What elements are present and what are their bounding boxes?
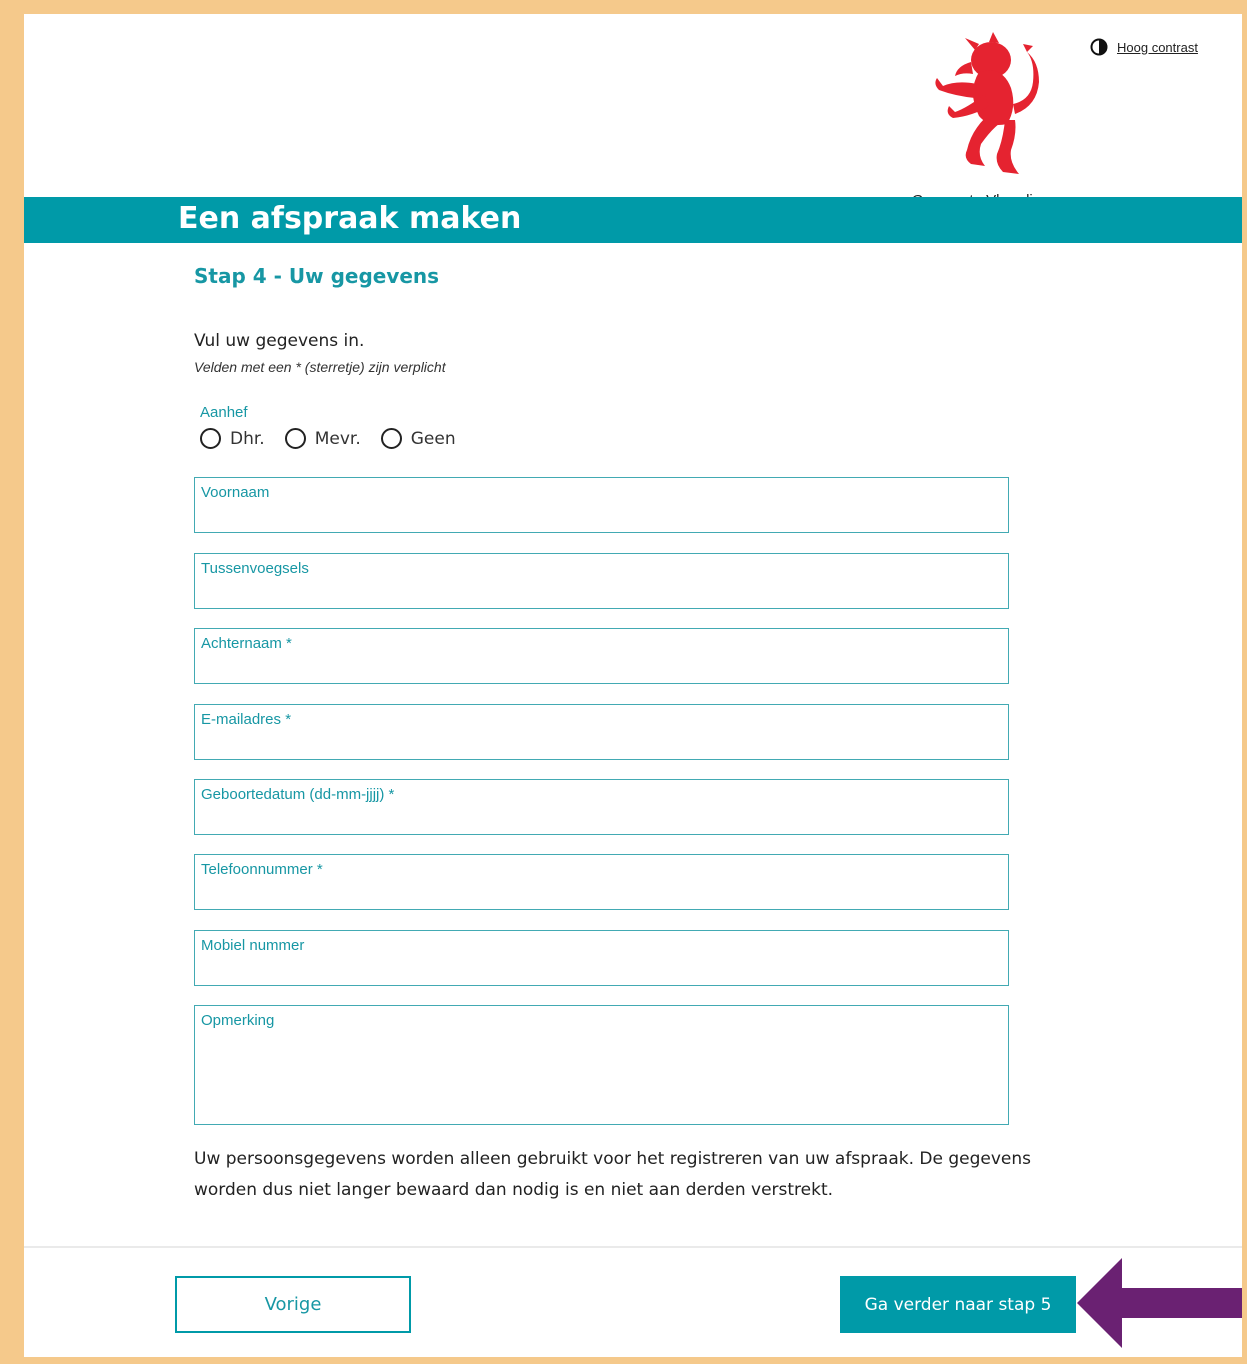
footer-divider [24,1246,1242,1248]
first-name-field[interactable]: Voornaam [194,477,1009,533]
phone-field[interactable]: Telefoonnummer * [194,854,1009,910]
remark-textarea[interactable]: Opmerking [194,1005,1009,1125]
last-name-field[interactable]: Achternaam * [194,628,1009,684]
previous-button[interactable]: Vorige [175,1276,411,1333]
red-lion-icon [935,32,1039,174]
salutation-radio-group: Dhr. Mevr. Geen [200,428,476,449]
high-contrast-link[interactable]: Hoog contrast [1117,40,1198,55]
remark-label: Opmerking [201,1012,275,1029]
first-name-label: Voornaam [201,484,270,501]
email-field[interactable]: E-mailadres * [194,704,1009,760]
page-title: Een afspraak maken [178,201,522,236]
step-title: Stap 4 - Uw gegevens [194,264,440,288]
privacy-notice: Uw persoonsgegevens worden alleen gebrui… [194,1149,1032,1200]
phone-label: Telefoonnummer * [201,861,323,878]
radio-button[interactable] [380,428,402,449]
infix-field[interactable]: Tussenvoegsels [194,553,1009,609]
radio-label: Geen [410,428,456,449]
next-step-button[interactable]: Ga verder naar stap 5 [840,1276,1076,1333]
title-band: Een afspraak maken [24,197,1242,243]
salutation-option-dhr[interactable]: Dhr. [200,428,265,449]
salutation-option-mevr[interactable]: Mevr. [284,428,361,449]
radio-label: Mevr. [314,428,361,449]
radio-button[interactable] [200,428,221,449]
page-frame: Hoog contrast Gemeente Vlaardingen Een a… [24,14,1242,1357]
last-name-label: Achternaam * [201,635,292,652]
high-contrast-toggle[interactable]: Hoog contrast [1090,38,1198,56]
birthdate-field[interactable]: Geboortedatum (dd-mm-jjjj) * [194,779,1009,835]
mobile-field[interactable]: Mobiel nummer [194,930,1009,986]
email-label: E-mailadres * [201,711,292,728]
required-fields-note: Velden met een * (sterretje) zijn verpli… [194,359,446,375]
contrast-icon [1090,38,1108,56]
salutation-option-geen[interactable]: Geen [380,428,456,449]
mobile-label: Mobiel nummer [201,937,305,954]
infix-label: Tussenvoegsels [201,560,309,577]
salutation-label: Aanhef [200,404,248,421]
intro-text: Vul uw gegevens in. [194,331,365,351]
radio-label: Dhr. [230,428,265,449]
birthdate-label: Geboortedatum (dd-mm-jjjj) * [201,786,395,803]
radio-button[interactable] [284,428,306,449]
left-arrow-icon [1077,1258,1242,1348]
municipality-logo[interactable]: Gemeente Vlaardingen [894,32,1084,209]
